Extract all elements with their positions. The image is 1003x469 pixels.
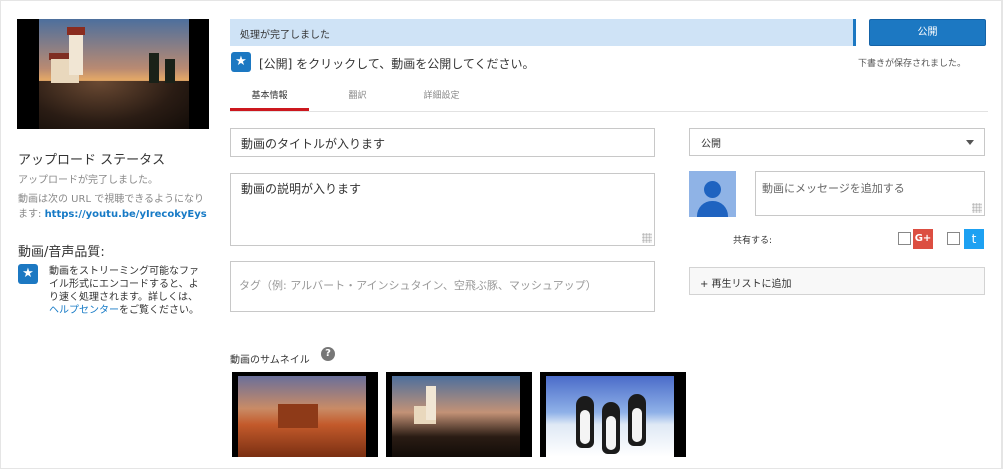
progress-text: 処理が完了しました — [240, 30, 330, 41]
draft-saved-text: 下書きが保存されました。 — [858, 59, 967, 69]
thumbnails-label: 動画のサムネイル — [230, 355, 310, 366]
thumbnail-penguin — [602, 402, 620, 454]
avatar-head — [704, 181, 721, 198]
penguin-belly — [580, 410, 590, 444]
resize-grip-icon[interactable] — [972, 203, 982, 213]
tabs-divider — [230, 111, 988, 112]
preview-tree — [165, 59, 175, 83]
gplus-icon: G+ — [913, 229, 933, 249]
penguin-belly — [606, 416, 616, 450]
description-input[interactable]: 動画の説明が入ります — [230, 173, 655, 246]
tab-translation[interactable]: 翻訳 — [318, 88, 397, 101]
help-center-link[interactable]: ヘルプセンター — [49, 305, 119, 316]
quality-desc: 動画をストリーミング可能なファイル形式にエンコードすると、より速く処理されます。… — [49, 265, 199, 317]
thumbnail-image-penguins — [546, 376, 674, 457]
star-icon: ★ — [231, 52, 251, 72]
privacy-value: 公開 — [701, 139, 721, 150]
description-text: 動画の説明が入ります — [241, 182, 362, 196]
tab-basic-info[interactable]: 基本情報 — [230, 88, 309, 101]
star-icon: ★ — [18, 264, 38, 284]
publish-hint: [公開] をクリックして、動画を公開してください。 — [259, 57, 535, 71]
question-icon[interactable]: ? — [321, 347, 335, 361]
twitter-icon: t — [964, 229, 984, 249]
thumbnail-lighthouse — [426, 386, 436, 420]
thumbnail-option-3[interactable] — [540, 372, 686, 457]
resize-grip-icon[interactable] — [642, 233, 652, 243]
twitter-checkbox[interactable] — [947, 232, 960, 245]
thumbnail-butte — [278, 404, 318, 428]
thumbnail-option-2[interactable] — [386, 372, 532, 457]
thumbnail-penguin — [628, 394, 646, 446]
upload-status-sub: アップロードが完了しました。 — [18, 175, 158, 186]
add-to-playlist-button[interactable]: + 再生リストに追加 — [689, 267, 985, 295]
share-label: 共有する: — [733, 236, 773, 246]
avatar — [689, 171, 736, 217]
penguin-belly — [632, 408, 642, 442]
preview-lighthouse-top — [67, 27, 85, 35]
thumbnail-image-lighthouse — [392, 376, 520, 457]
thumbnail-image-desert — [238, 376, 366, 457]
title-input[interactable]: 動画のタイトルが入ります — [230, 128, 655, 157]
privacy-select[interactable]: 公開 — [689, 128, 985, 156]
gplus-checkbox[interactable] — [898, 232, 911, 245]
thumbnail-penguin — [576, 396, 594, 448]
publish-button[interactable]: 公開 — [869, 19, 986, 46]
quality-desc-text: 動画をストリーミング可能なファイル形式にエンコードすると、より速く処理されます。… — [49, 266, 199, 303]
video-url-link[interactable]: https://youtu.be/yIrecokyEys — [45, 209, 207, 220]
quality-title: 動画/音声品質: — [18, 245, 105, 260]
share-message-placeholder: 動画にメッセージを追加する — [762, 182, 905, 195]
quality-desc-text-end: をご覧ください。 — [119, 305, 199, 316]
thumbnail-option-1[interactable] — [232, 372, 378, 457]
tab-advanced-settings[interactable]: 詳細設定 — [402, 88, 481, 101]
avatar-body — [697, 201, 728, 217]
preview-lighthouse — [69, 33, 83, 75]
share-message-input[interactable]: 動画にメッセージを追加する — [755, 171, 985, 216]
video-preview-image — [39, 19, 189, 129]
video-preview[interactable] — [17, 19, 209, 129]
upload-status-desc: 動画は次の URL で視聴できるようになります: https://youtu.b… — [18, 192, 213, 222]
chevron-down-icon — [966, 140, 974, 145]
preview-tree — [149, 53, 159, 83]
preview-rock — [39, 81, 189, 129]
upload-status-title: アップロード ステータス — [18, 153, 166, 168]
tags-input[interactable]: タグ（例: アルバート・アインシュタイン、空飛ぶ豚、マッシュアップ） — [230, 261, 655, 312]
